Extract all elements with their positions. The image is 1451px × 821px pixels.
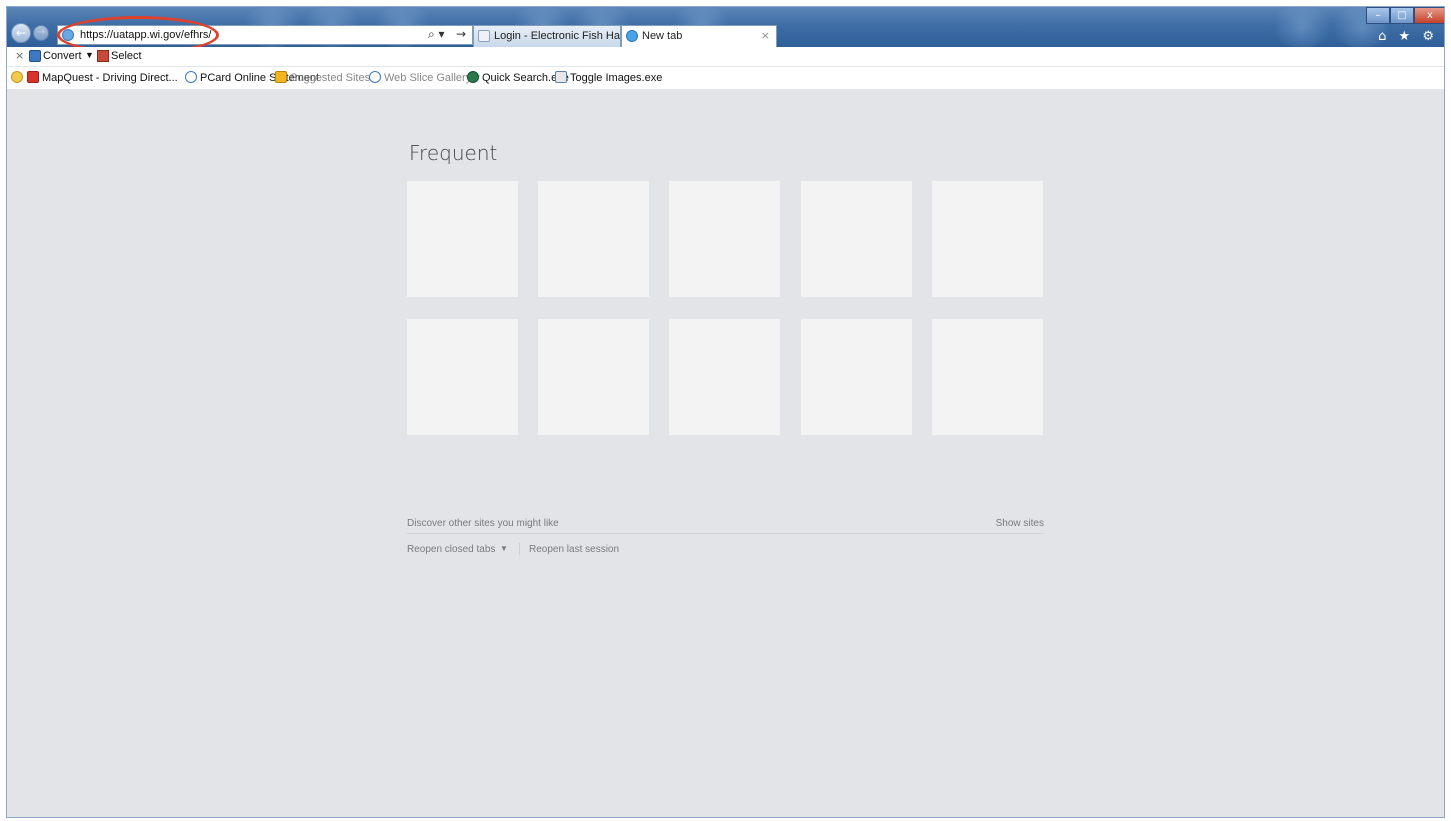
discover-text: Discover other sites you might like <box>407 518 559 529</box>
toggle-images-icon <box>555 71 567 83</box>
fav-label: Suggested Sites ▾ <box>290 72 379 84</box>
frequent-tile[interactable] <box>538 181 649 297</box>
browser-toolbar-icons: ⌂ ★ ⚙ <box>1378 29 1438 44</box>
frequent-tile[interactable] <box>407 181 518 297</box>
frequent-heading: Frequent <box>409 141 498 165</box>
frequent-tile[interactable] <box>932 181 1043 297</box>
favorites-icon-button[interactable] <box>11 71 26 84</box>
maximize-button[interactable]: □ <box>1390 7 1414 24</box>
fav-label: Web Slice Gallery ▾ <box>384 72 480 84</box>
select-button[interactable]: Select <box>111 50 142 62</box>
frequent-tile[interactable] <box>538 319 649 435</box>
tab-close-icon[interactable]: × <box>761 26 770 46</box>
fav-quick-search[interactable]: Quick Search.exe <box>467 71 569 84</box>
go-arrow-icon[interactable]: → <box>456 27 466 41</box>
show-sites-link[interactable]: Show sites <box>996 518 1044 529</box>
bing-icon <box>275 71 287 83</box>
close-window-button[interactable]: x <box>1414 7 1444 24</box>
select-icon <box>97 50 109 62</box>
command-bar: × Convert ▼ Select <box>7 47 1444 67</box>
browser-window: ← → https://uatapp.wi.gov/efhrs/ ⌕ ▾ → L… <box>6 6 1445 818</box>
frequent-tile[interactable] <box>407 319 518 435</box>
fav-suggested-sites[interactable]: Suggested Sites ▾ <box>275 71 379 84</box>
back-arrow-icon: ← <box>15 26 27 40</box>
search-dropdown-icon[interactable]: ⌕ ▾ <box>428 27 445 42</box>
minimize-button[interactable]: – <box>1366 7 1390 24</box>
discover-row: Discover other sites you might like Show… <box>407 514 1044 534</box>
ie-page-icon <box>369 71 381 83</box>
quick-search-icon <box>467 71 479 83</box>
tab-label: Login - Electronic Fish Harvest ... <box>494 30 620 42</box>
frequent-tile[interactable] <box>669 319 780 435</box>
home-icon[interactable]: ⌂ <box>1378 29 1390 44</box>
fav-mapquest[interactable]: MapQuest - Driving Direct... <box>27 71 178 84</box>
favorites-star-icon <box>11 71 23 83</box>
tab-label: New tab <box>642 30 683 42</box>
ie-logo-icon <box>626 30 638 42</box>
title-bar: ← → https://uatapp.wi.gov/efhrs/ ⌕ ▾ → L… <box>7 7 1444 47</box>
reopen-closed-tabs-link[interactable]: Reopen closed tabs <box>407 544 495 555</box>
frequent-tile[interactable] <box>932 319 1043 435</box>
frequent-tile[interactable] <box>801 319 912 435</box>
tab-new-tab[interactable]: New tab × <box>621 25 777 47</box>
divider <box>519 543 520 555</box>
fav-label: Toggle Images.exe <box>570 72 663 84</box>
fav-label: MapQuest - Driving Direct... <box>42 72 178 84</box>
page-icon <box>478 30 490 42</box>
forward-arrow-icon: → <box>36 27 46 38</box>
frequent-tile[interactable] <box>669 181 780 297</box>
convert-button[interactable]: Convert <box>43 50 82 62</box>
window-controls: – □ x <box>1366 7 1444 25</box>
command-bar-close-icon[interactable]: × <box>15 49 24 62</box>
new-tab-page: Frequent Discover other sites you might … <box>7 89 1444 817</box>
tools-gear-icon[interactable]: ⚙ <box>1422 29 1438 44</box>
favorites-star-icon[interactable]: ★ <box>1399 29 1415 44</box>
fav-toggle-images[interactable]: Toggle Images.exe <box>555 71 662 84</box>
reopen-last-session-link[interactable]: Reopen last session <box>529 544 619 555</box>
convert-icon <box>29 50 41 62</box>
forward-button[interactable]: → <box>33 25 49 41</box>
favorites-bar: MapQuest - Driving Direct... PCard Onlin… <box>7 67 1444 89</box>
ie-page-icon <box>185 71 197 83</box>
convert-dropdown-icon[interactable]: ▼ <box>85 50 94 60</box>
back-button[interactable]: ← <box>11 23 31 43</box>
reopen-dropdown-icon[interactable]: ▼ <box>500 544 508 553</box>
fav-web-slice-gallery[interactable]: Web Slice Gallery ▾ <box>369 71 480 84</box>
frequent-tile[interactable] <box>801 181 912 297</box>
tab-login[interactable]: Login - Electronic Fish Harvest ... <box>473 25 621 47</box>
mapquest-icon <box>27 71 39 83</box>
